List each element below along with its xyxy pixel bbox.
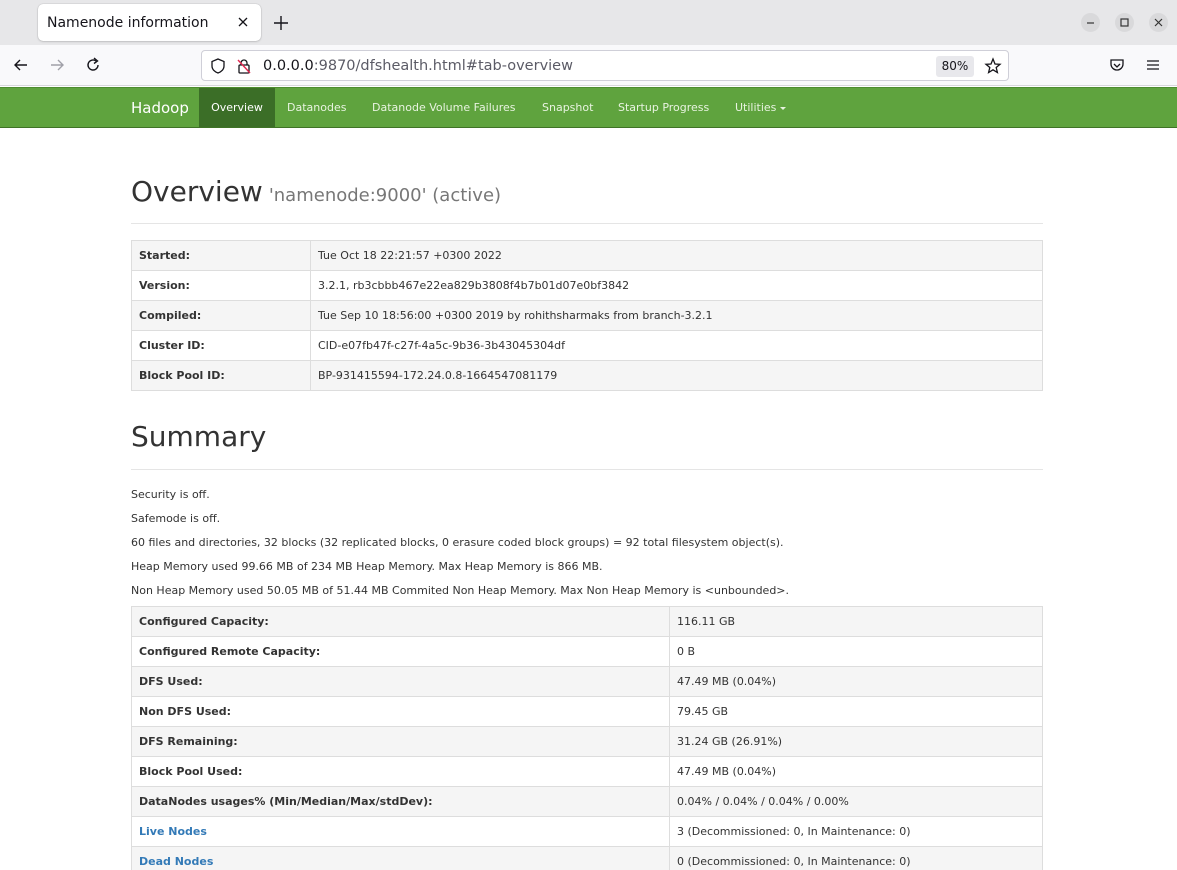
overview-heading: Overview'namenode:9000' (active) xyxy=(131,175,501,208)
tab-title: Namenode information xyxy=(47,15,209,31)
row-label: DFS Remaining: xyxy=(131,726,670,757)
nav-snapshot[interactable]: Snapshot xyxy=(542,88,593,127)
shield-icon[interactable] xyxy=(209,57,227,75)
insecure-lock-icon[interactable] xyxy=(235,57,253,75)
overview-title: Overview xyxy=(131,175,263,208)
table-row: Block Pool ID: BP-931415594-172.24.0.8-1… xyxy=(131,360,1043,391)
overview-divider xyxy=(131,223,1043,224)
browser-toolbar: 0.0.0.0:9870/dfshealth.html#tab-overview… xyxy=(0,45,1177,86)
safemode-status: Safemode is off. xyxy=(131,512,221,525)
nav-startup-progress[interactable]: Startup Progress xyxy=(618,88,709,127)
row-value: 47.49 MB (0.04%) xyxy=(669,666,1043,697)
minimize-icon[interactable] xyxy=(1081,13,1100,32)
row-label: Cluster ID: xyxy=(131,330,311,361)
summary-heading: Summary xyxy=(131,420,267,453)
dead-nodes-link[interactable]: Dead Nodes xyxy=(139,855,213,868)
summary-table: Configured Capacity: 116.11 GB Configure… xyxy=(131,606,1043,870)
table-row: Version: 3.2.1, rb3cbbb467e22ea829b3808f… xyxy=(131,270,1043,301)
close-tab-icon[interactable] xyxy=(234,13,252,31)
table-row: DFS Used: 47.49 MB (0.04%) xyxy=(131,666,1043,697)
address-bar[interactable]: 0.0.0.0:9870/dfshealth.html#tab-overview… xyxy=(201,50,1009,81)
pocket-icon[interactable] xyxy=(1108,56,1126,74)
row-value: 0 (Decommissioned: 0, In Maintenance: 0) xyxy=(669,846,1043,870)
row-value: 3.2.1, rb3cbbb467e22ea829b3808f4b7b01d07… xyxy=(310,270,1043,301)
table-row: Block Pool Used: 47.49 MB (0.04%) xyxy=(131,756,1043,787)
table-row: Started: Tue Oct 18 22:21:57 +0300 2022 xyxy=(131,240,1043,271)
row-label: Compiled: xyxy=(131,300,311,331)
row-value: 116.11 GB xyxy=(669,606,1043,637)
nav-datanode-volume-failures[interactable]: Datanode Volume Failures xyxy=(372,88,516,127)
new-tab-icon[interactable] xyxy=(272,14,290,32)
zoom-level-button[interactable]: 80% xyxy=(936,56,974,77)
security-status: Security is off. xyxy=(131,488,210,501)
heap-memory-summary: Heap Memory used 99.66 MB of 234 MB Heap… xyxy=(131,560,603,573)
overview-table: Started: Tue Oct 18 22:21:57 +0300 2022 … xyxy=(131,240,1043,391)
row-label: Configured Remote Capacity: xyxy=(131,636,670,667)
summary-divider xyxy=(131,469,1043,470)
row-label: Started: xyxy=(131,240,311,271)
row-value: BP-931415594-172.24.0.8-1664547081179 xyxy=(310,360,1043,391)
browser-tabstrip: Namenode information xyxy=(0,0,1177,45)
row-value: 0.04% / 0.04% / 0.04% / 0.00% xyxy=(669,786,1043,817)
row-value: Tue Sep 10 18:56:00 +0300 2019 by rohith… xyxy=(310,300,1043,331)
forward-icon[interactable] xyxy=(48,56,66,74)
reload-icon[interactable] xyxy=(84,56,102,74)
row-value: 0 B xyxy=(669,636,1043,667)
row-value: Tue Oct 18 22:21:57 +0300 2022 xyxy=(310,240,1043,271)
url-path: :9870/dfshealth.html#tab-overview xyxy=(313,58,573,74)
table-row: Cluster ID: CID-e07fb47f-c27f-4a5c-9b36-… xyxy=(131,330,1043,361)
brand-logo[interactable]: Hadoop xyxy=(131,99,189,117)
table-row: DataNodes usages% (Min/Median/Max/stdDev… xyxy=(131,786,1043,817)
nav-utilities-label: Utilities xyxy=(735,101,777,114)
row-value: 79.45 GB xyxy=(669,696,1043,727)
table-row: Non DFS Used: 79.45 GB xyxy=(131,696,1043,727)
row-label-cell: Live Nodes xyxy=(131,816,670,847)
table-row: Compiled: Tue Sep 10 18:56:00 +0300 2019… xyxy=(131,300,1043,331)
row-label: Version: xyxy=(131,270,311,301)
row-label: DFS Used: xyxy=(131,666,670,697)
nav-utilities[interactable]: Utilities xyxy=(735,88,787,127)
row-value: 31.24 GB (26.91%) xyxy=(669,726,1043,757)
row-value: 3 (Decommissioned: 0, In Maintenance: 0) xyxy=(669,816,1043,847)
row-label: Non DFS Used: xyxy=(131,696,670,727)
menu-icon[interactable] xyxy=(1144,56,1162,74)
row-label-cell: Dead Nodes xyxy=(131,846,670,870)
live-nodes-link[interactable]: Live Nodes xyxy=(139,825,207,838)
bookmark-star-icon[interactable] xyxy=(984,57,1002,75)
row-label: Block Pool ID: xyxy=(131,360,311,391)
row-label: Block Pool Used: xyxy=(131,756,670,787)
hadoop-navbar: Hadoop Overview Datanodes Datanode Volum… xyxy=(0,87,1177,128)
overview-subtitle: 'namenode:9000' (active) xyxy=(268,185,502,206)
filesystem-objects-summary: 60 files and directories, 32 blocks (32 … xyxy=(131,536,784,549)
table-row: DFS Remaining: 31.24 GB (26.91%) xyxy=(131,726,1043,757)
caret-down-icon xyxy=(780,106,787,110)
row-label: DataNodes usages% (Min/Median/Max/stdDev… xyxy=(131,786,670,817)
table-row: Configured Capacity: 116.11 GB xyxy=(131,606,1043,637)
row-label: Configured Capacity: xyxy=(131,606,670,637)
browser-tab[interactable]: Namenode information xyxy=(38,4,261,41)
url-text[interactable]: 0.0.0.0:9870/dfshealth.html#tab-overview xyxy=(263,58,573,74)
close-window-icon[interactable] xyxy=(1149,13,1168,32)
non-heap-memory-summary: Non Heap Memory used 50.05 MB of 51.44 M… xyxy=(131,584,790,597)
table-row: Configured Remote Capacity: 0 B xyxy=(131,636,1043,667)
nav-overview[interactable]: Overview xyxy=(199,88,275,127)
maximize-icon[interactable] xyxy=(1115,13,1134,32)
back-icon[interactable] xyxy=(12,56,30,74)
nav-datanodes[interactable]: Datanodes xyxy=(287,88,346,127)
table-row: Live Nodes 3 (Decommissioned: 0, In Main… xyxy=(131,816,1043,847)
row-value: CID-e07fb47f-c27f-4a5c-9b36-3b43045304df xyxy=(310,330,1043,361)
url-host: 0.0.0.0 xyxy=(263,58,314,74)
row-value: 47.49 MB (0.04%) xyxy=(669,756,1043,787)
table-row: Dead Nodes 0 (Decommissioned: 0, In Main… xyxy=(131,846,1043,870)
